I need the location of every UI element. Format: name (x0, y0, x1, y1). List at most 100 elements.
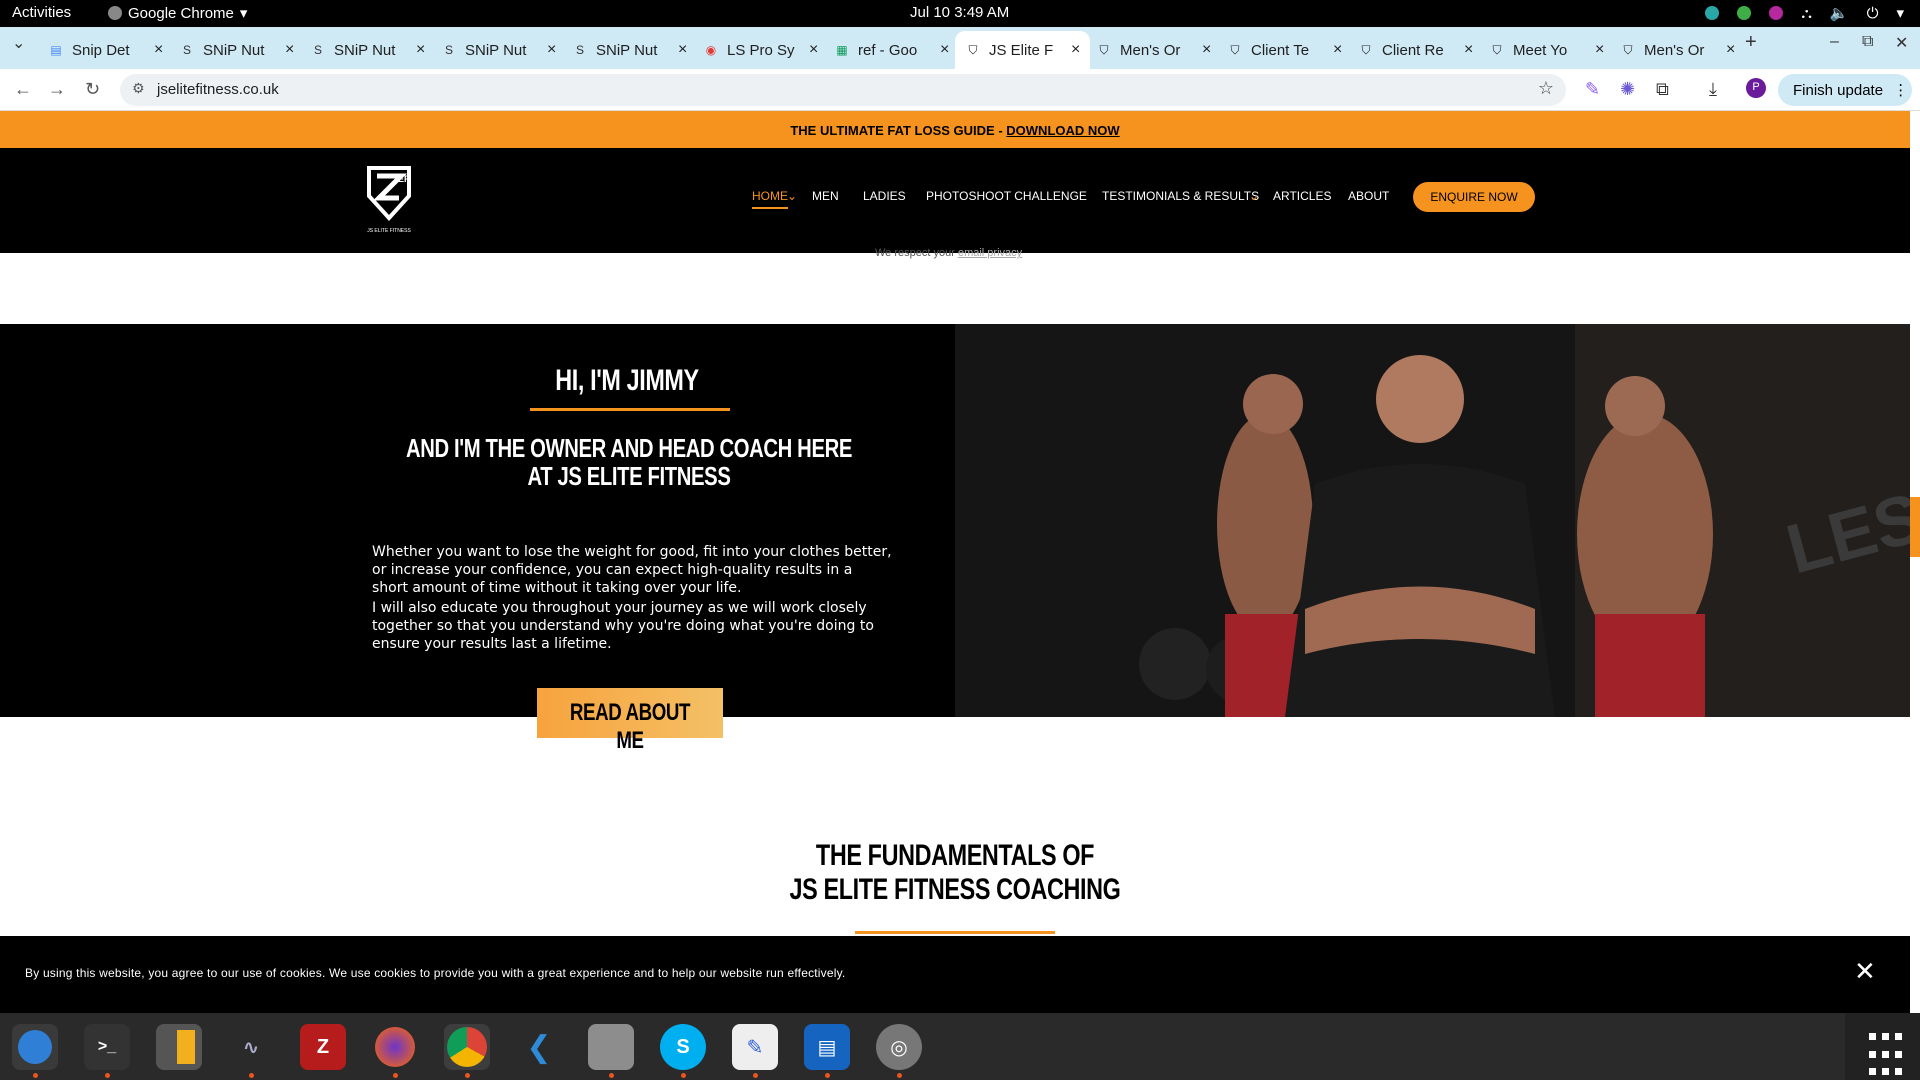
snip-icon: S (444, 43, 453, 57)
tab-title: Client Re (1382, 41, 1444, 59)
thunderbird-icon[interactable] (12, 1024, 58, 1070)
downloads-icon[interactable]: ⤓ (1709, 79, 1717, 100)
new-tab-button[interactable]: + (1745, 31, 1757, 54)
tab-close-icon[interactable]: × (940, 41, 949, 59)
running-indicator (465, 1073, 470, 1078)
tray-app2-icon[interactable] (1769, 6, 1784, 20)
site-info-icon[interactable]: ⚙ (132, 80, 145, 97)
kebab-menu-icon: ⋮ (1893, 82, 1909, 99)
tab-close-icon[interactable]: × (1464, 41, 1473, 59)
firefox-icon[interactable] (372, 1024, 418, 1070)
forward-button[interactable]: → (48, 79, 66, 100)
pen-extension-icon[interactable]: ✎ (1585, 79, 1600, 100)
calculator-icon[interactable] (156, 1024, 202, 1070)
jsef-icon: ⛉ (1099, 42, 1109, 57)
nav-about[interactable]: ABOUT (1348, 189, 1389, 203)
reload-button[interactable]: ↻ (85, 79, 100, 100)
restore-button[interactable]: ⧉ (1862, 33, 1873, 51)
text-editor-icon[interactable]: ✎ (732, 1024, 778, 1070)
tab-close-icon[interactable]: × (1333, 41, 1342, 59)
close-window-button[interactable]: ✕ (1895, 33, 1908, 53)
browser-tab[interactable]: ⛉ Client Re × (1348, 31, 1483, 69)
site-logo[interactable]: EF JS ELITE FITNESS (365, 166, 413, 236)
tray-caret-icon[interactable]: ▾ (1896, 4, 1904, 22)
files-icon[interactable] (588, 1024, 634, 1070)
writer-icon[interactable]: ▤ (804, 1024, 850, 1070)
browser-tab[interactable]: S SNiP Nut × (300, 31, 435, 69)
browser-tab[interactable]: ◉ LS Pro Sy × (693, 31, 828, 69)
fundamentals-line-2: JS ELITE FITNESS COACHING (789, 873, 1121, 906)
clock[interactable]: Jul 10 3:49 AM (910, 4, 1009, 21)
jsef-icon: ⛉ (1623, 42, 1633, 57)
hero-paragraph-1: Whether you want to lose the weight for … (372, 544, 892, 596)
system-monitor-icon[interactable]: ∿ (228, 1024, 274, 1070)
vscode-icon[interactable]: ❮ (516, 1024, 562, 1070)
tab-close-icon[interactable]: × (809, 41, 818, 59)
tab-close-icon[interactable]: × (154, 41, 163, 59)
extensions-puzzle-icon[interactable]: ⧉ (1656, 79, 1669, 100)
skype-icon[interactable]: S (660, 1024, 706, 1070)
browser-tab[interactable]: S SNiP Nut × (431, 31, 566, 69)
tab-close-icon[interactable]: × (1071, 41, 1080, 59)
power-icon[interactable]: ⏻ (1867, 5, 1879, 22)
browser-tab[interactable]: ⛉ JS Elite F × (955, 31, 1091, 69)
volume-icon[interactable]: 🔈 (1830, 4, 1849, 22)
testimonials-dropdown-chevron-icon[interactable]: ⌄ (1249, 189, 1259, 203)
scroll-thumb[interactable] (1910, 497, 1920, 557)
tab-close-icon[interactable]: × (285, 41, 294, 59)
filezilla-icon[interactable]: Z (300, 1024, 346, 1070)
url-text[interactable]: jselitefitness.co.uk (157, 81, 279, 98)
read-about-me-button[interactable]: READ ABOUT ME (537, 688, 723, 754)
app-menu[interactable]: Google Chrome ▾ (108, 4, 247, 22)
nav-photoshoot-challenge[interactable]: PHOTOSHOOT CHALLENGE (926, 189, 1087, 203)
browser-tab[interactable]: ▤ Snip Det × (38, 31, 173, 69)
disc-icon[interactable]: ◎ (876, 1024, 922, 1070)
browser-tab[interactable]: ⛉ Men's Or × (1086, 31, 1221, 69)
network-icon[interactable]: ⛬ (1801, 5, 1812, 22)
close-cookie-icon[interactable]: ✕ (1854, 956, 1876, 987)
tab-close-icon[interactable]: × (678, 41, 687, 59)
browser-tab[interactable]: ⛉ Client Te × (1217, 31, 1352, 69)
tray-check-icon[interactable] (1737, 6, 1752, 20)
back-button[interactable]: ← (14, 79, 32, 100)
nav-testimonials-results[interactable]: TESTIMONIALS & RESULTS (1102, 189, 1259, 203)
show-apps-button[interactable] (1845, 1013, 1920, 1080)
browser-tab[interactable]: ⛉ Men's Or × (1610, 31, 1745, 69)
system-top-bar: Activities Google Chrome ▾ Jul 10 3:49 A… (0, 0, 1920, 27)
coach-photo: LESS (955, 324, 1910, 717)
browser-tab[interactable]: S SNiP Nut × (562, 31, 697, 69)
tab-close-icon[interactable]: × (547, 41, 556, 59)
promo-download-link[interactable]: DOWNLOAD NOW (1006, 123, 1119, 138)
tab-close-icon[interactable]: × (1202, 41, 1211, 59)
activities-button[interactable]: Activities (12, 4, 71, 21)
chrome-dock-icon[interactable] (444, 1024, 490, 1070)
extension-gear-icon[interactable]: ✺ (1620, 79, 1635, 100)
promo-banner: THE ULTIMATE FAT LOSS GUIDE - DOWNLOAD N… (0, 111, 1910, 148)
nav-ladies[interactable]: LADIES (863, 189, 906, 203)
system-tray[interactable]: ⛬ 🔈 ⏻ ▾ (1705, 4, 1904, 22)
tray-app-icon[interactable] (1705, 6, 1720, 20)
address-bar[interactable]: ⚙ jselitefitness.co.uk ☆ (120, 74, 1566, 106)
page-scrollbar[interactable] (1910, 111, 1920, 1013)
home-dropdown-chevron-icon[interactable]: ⌄ (787, 189, 797, 203)
running-indicator (393, 1073, 398, 1078)
tab-close-icon[interactable]: × (1726, 41, 1735, 59)
browser-tab[interactable]: ▦ ref - Goo × (824, 31, 959, 69)
tab-close-icon[interactable]: × (416, 41, 425, 59)
nav-home[interactable]: HOME (752, 189, 788, 209)
enquire-now-button[interactable]: ENQUIRE NOW (1413, 182, 1535, 212)
terminal-icon[interactable]: >_ (84, 1024, 130, 1070)
jsef-icon: ⛉ (1230, 42, 1240, 57)
minimize-button[interactable]: – (1830, 33, 1839, 51)
nav-articles[interactable]: ARTICLES (1273, 189, 1331, 203)
bookmark-star-icon[interactable]: ☆ (1538, 78, 1554, 99)
cookie-message: By using this website, you agree to our … (25, 966, 846, 980)
profile-avatar[interactable]: P (1746, 78, 1766, 98)
nav-men[interactable]: MEN (812, 189, 839, 203)
browser-tab[interactable]: ⛉ Meet Yo × (1479, 31, 1614, 69)
finish-update-button[interactable]: Finish update ⋮ (1778, 74, 1912, 106)
tab-close-icon[interactable]: × (1595, 41, 1604, 59)
browser-tab[interactable]: S SNiP Nut × (169, 31, 304, 69)
email-privacy-link[interactable]: email privacy (958, 247, 1022, 259)
tab-search-icon[interactable]: ⌄ (12, 33, 25, 53)
